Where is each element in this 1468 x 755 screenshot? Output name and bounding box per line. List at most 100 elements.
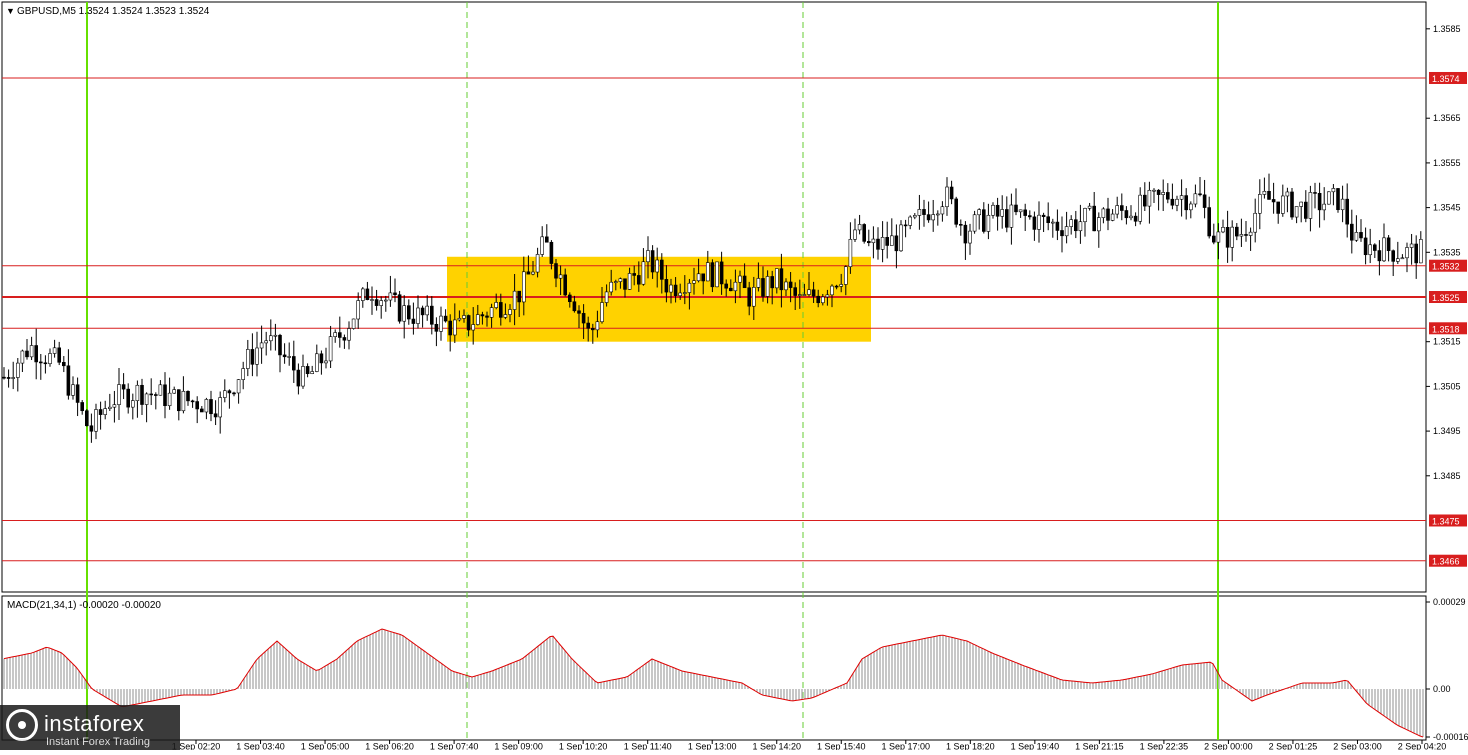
header-arrow-icon[interactable]: ▼ — [6, 6, 15, 16]
candle-body — [434, 323, 439, 332]
candle-body — [577, 310, 581, 314]
candle-body — [1129, 215, 1133, 219]
candle-body — [282, 354, 287, 358]
candle-body — [623, 278, 627, 290]
candle-body — [1051, 221, 1055, 224]
price-tick-label: 1.3505 — [1433, 381, 1461, 391]
candle-body — [416, 307, 420, 324]
candle-body — [121, 384, 126, 390]
candle-body — [526, 271, 531, 275]
candle-body — [747, 287, 752, 307]
candle-body — [181, 391, 186, 412]
candle-body — [365, 288, 370, 300]
candle-body — [567, 294, 572, 303]
candle-body — [678, 292, 683, 296]
candle-body — [682, 292, 687, 294]
candle-body — [1382, 237, 1386, 262]
candle-body — [1037, 214, 1041, 230]
candle-body — [673, 284, 678, 296]
price-tick-label: 1.3495 — [1433, 426, 1461, 436]
candle-body — [25, 350, 29, 358]
price-tick-label: 1.3565 — [1433, 113, 1461, 123]
candle-body — [374, 299, 379, 306]
candle-body — [135, 384, 140, 401]
candle-body — [186, 391, 190, 402]
candle-body — [236, 379, 241, 394]
candle-body — [521, 271, 526, 303]
price-tick-label: 1.3515 — [1433, 337, 1461, 347]
candle-body — [1290, 191, 1294, 218]
candle-body — [1166, 192, 1170, 200]
time-tick-label: 1 Sep 13:00 — [688, 741, 737, 750]
candle-body — [34, 345, 39, 363]
candle-body — [61, 362, 66, 367]
candle-body — [1317, 193, 1322, 211]
candle-body — [149, 393, 153, 396]
chart-frame — [1, 1, 1427, 741]
candle-body — [816, 295, 821, 304]
candle-body — [871, 238, 876, 244]
candle-body — [843, 266, 848, 285]
candle-body — [379, 300, 384, 306]
candle-body — [710, 262, 715, 288]
candle-body — [1106, 208, 1110, 221]
level-label: 1.3518 — [1432, 324, 1460, 334]
candle-body — [1092, 205, 1096, 232]
candle-body — [177, 389, 181, 412]
watermark: instaforex Instant Forex Trading — [0, 705, 180, 750]
candle-body — [586, 322, 591, 329]
candle-body — [940, 206, 945, 215]
candle-body — [618, 278, 623, 282]
candle-body — [1340, 198, 1345, 211]
candle-body — [1414, 243, 1418, 264]
candle-body — [1120, 205, 1124, 211]
candle-body — [471, 324, 476, 331]
candle-body — [1138, 194, 1142, 222]
candle-body — [388, 292, 393, 301]
candle-body — [563, 274, 568, 296]
price-tick-label: 1.3585 — [1433, 24, 1461, 34]
candle-body — [1271, 199, 1276, 203]
candle-body — [163, 384, 167, 407]
candle-body — [696, 273, 701, 282]
candle-body — [540, 236, 545, 255]
candle-body — [268, 335, 273, 342]
candle-body — [195, 401, 199, 410]
candle-body — [291, 356, 296, 371]
candle-body — [590, 328, 595, 331]
candle-body — [1124, 210, 1129, 219]
candle-body — [38, 361, 43, 364]
candle-body — [797, 294, 802, 296]
candle-body — [66, 365, 71, 396]
candle-body — [296, 369, 301, 387]
candle-body — [347, 328, 351, 341]
candle-body — [1004, 209, 1009, 228]
candle-body — [1014, 204, 1018, 213]
candle-body — [544, 236, 549, 243]
candle-body — [894, 235, 899, 252]
level-label: 1.3574 — [1432, 74, 1460, 84]
candle-body — [1373, 244, 1377, 251]
candle-body — [724, 283, 729, 289]
candle-body — [383, 299, 388, 302]
time-tick-label: 1 Sep 19:40 — [1011, 741, 1060, 750]
candle-body — [167, 392, 172, 407]
candle-body — [715, 261, 719, 288]
candle-body — [1087, 205, 1092, 209]
candle-body — [425, 305, 430, 316]
candle-body — [117, 384, 121, 405]
candle-body — [158, 384, 163, 396]
time-tick-label: 1 Sep 14:20 — [752, 741, 801, 750]
candle-body — [991, 204, 995, 216]
time-tick-label: 2 Sep 01:25 — [1269, 741, 1318, 750]
candle-body — [1189, 203, 1193, 211]
candle-body — [1069, 219, 1073, 227]
time-tick-label: 1 Sep 06:20 — [365, 741, 414, 750]
candle-body — [609, 281, 614, 293]
trading-chart[interactable]: 1.3585 1.3565 1.3555 1.3545 1.3535 1.3515 1.35… — [0, 0, 1468, 751]
chart-canvas[interactable]: 1.3585 1.3565 1.3555 1.3545 1.3535 1.3515 1.35… — [0, 0, 1468, 751]
candle-body — [655, 259, 660, 273]
candle-body — [613, 281, 618, 283]
candle-body — [108, 406, 112, 409]
candle-body — [1110, 213, 1115, 221]
